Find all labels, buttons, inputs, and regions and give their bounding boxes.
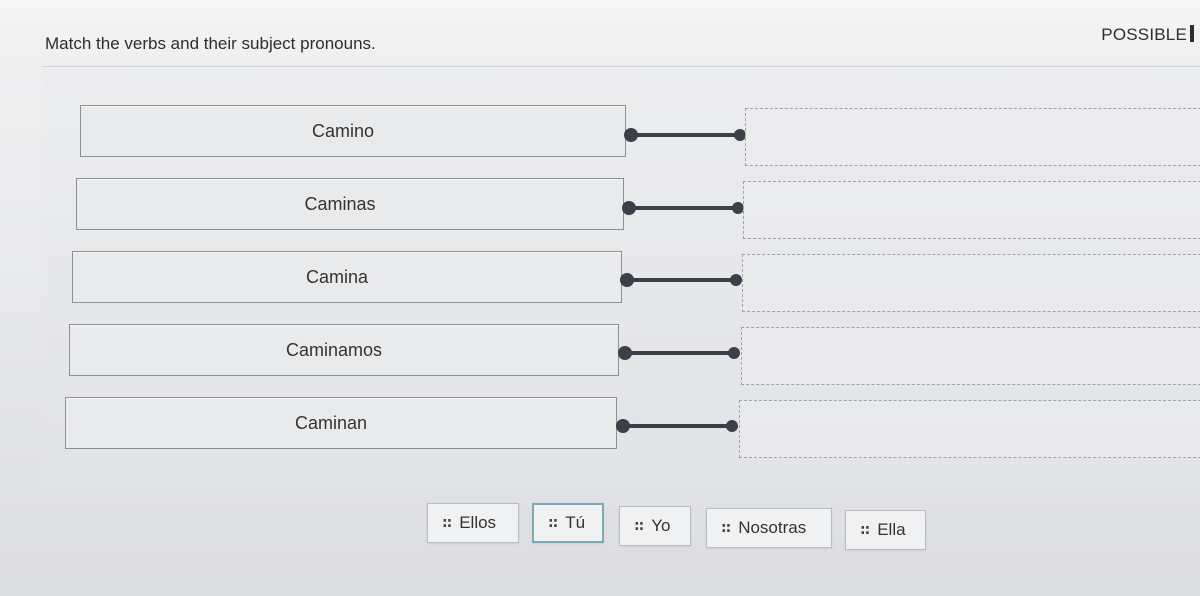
connector-line	[630, 206, 734, 210]
verb-box-caminas: Caminas	[76, 178, 624, 230]
connector-1[interactable]	[624, 128, 746, 142]
connector-3[interactable]	[620, 273, 742, 287]
possible-points-label: POSSIBLE	[1101, 25, 1194, 45]
drag-handle-icon: ::	[548, 515, 558, 531]
connector-line	[626, 351, 730, 355]
verb-label: Caminas	[304, 193, 376, 214]
verb-box-camina: Camina	[72, 251, 622, 303]
connector-end-dot[interactable]	[730, 274, 742, 286]
drop-zone-2[interactable]	[743, 181, 1200, 239]
verb-label: Camina	[305, 266, 369, 287]
verb-box-caminan: Caminan	[65, 397, 617, 449]
connector-line	[632, 133, 736, 137]
connector-line	[628, 278, 732, 282]
connector-end-dot[interactable]	[728, 347, 740, 359]
connector-line	[624, 424, 728, 428]
answer-chip-nosotras[interactable]: :: Nosotras	[706, 508, 832, 548]
chip-label: Yo	[651, 516, 671, 535]
verb-box-caminamos: Caminamos	[69, 324, 619, 376]
drop-zone-3[interactable]	[742, 254, 1200, 312]
verb-label: Caminamos	[285, 339, 383, 360]
drag-handle-icon: ::	[634, 518, 644, 534]
drag-handle-icon: ::	[721, 520, 731, 536]
verb-label: Caminan	[294, 412, 368, 433]
connector-5[interactable]	[616, 419, 738, 433]
drag-handle-icon: ::	[860, 522, 870, 538]
connector-end-dot[interactable]	[726, 420, 738, 432]
verb-box-camino: Camino	[80, 105, 626, 157]
drag-handle-icon: ::	[442, 515, 452, 531]
answer-chip-ella[interactable]: :: Ella	[845, 510, 926, 550]
answer-chip-ellos[interactable]: :: Ellos	[427, 503, 519, 543]
chip-label: Ellos	[459, 513, 497, 532]
answer-chip-yo[interactable]: :: Yo	[619, 506, 691, 546]
drop-zone-5[interactable]	[739, 400, 1200, 458]
chip-label: Tú	[565, 513, 586, 532]
drop-zone-1[interactable]	[745, 108, 1200, 166]
question-instruction: Match the verbs and their subject pronou…	[45, 34, 376, 53]
connector-2[interactable]	[622, 201, 744, 215]
chip-label: Ella	[877, 520, 906, 539]
answer-chip-tu[interactable]: :: Tú	[532, 503, 604, 543]
chip-label: Nosotras	[738, 518, 807, 537]
verb-label: Camino	[311, 120, 375, 141]
connector-4[interactable]	[618, 346, 740, 360]
drop-zone-4[interactable]	[741, 327, 1200, 385]
